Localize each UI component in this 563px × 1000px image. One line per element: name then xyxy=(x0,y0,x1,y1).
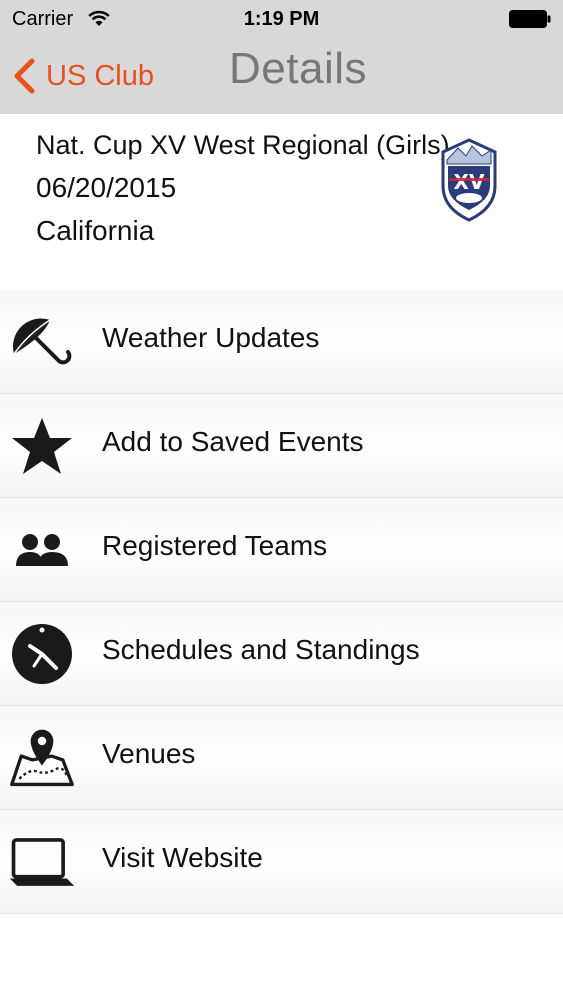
menu-item-registered-teams[interactable]: Registered Teams xyxy=(0,498,563,602)
chevron-left-icon xyxy=(14,58,35,94)
event-name: Nat. Cup XV West Regional (Girls) xyxy=(36,130,450,160)
clock-icon xyxy=(8,620,76,688)
back-button[interactable]: US Club xyxy=(12,52,154,100)
menu-item-label: Registered Teams xyxy=(102,530,328,561)
back-button-label: US Club xyxy=(46,59,154,92)
page-title: Details xyxy=(229,44,367,93)
battery-icon xyxy=(509,10,551,28)
map-pin-icon xyxy=(8,724,76,792)
menu-item-add-to-saved-events[interactable]: Add to Saved Events xyxy=(0,394,563,498)
event-logo: XV xyxy=(441,138,497,222)
navigation-bar: US Club Details xyxy=(0,38,563,114)
star-icon xyxy=(8,412,76,480)
event-state: California xyxy=(36,215,155,246)
people-icon xyxy=(8,516,76,584)
event-date: 06/20/2015 xyxy=(36,172,177,203)
umbrella-icon xyxy=(8,308,76,376)
event-summary: Nat. Cup XV West Regional (Girls) 06/20/… xyxy=(0,114,563,290)
status-time: 1:19 PM xyxy=(243,8,320,30)
top-bar: Carrier 1:19 PM US Club Details xyxy=(0,0,563,114)
menu-item-label: Visit Website xyxy=(102,842,263,873)
event-logo-text: XV xyxy=(454,170,485,194)
status-bar: Carrier 1:19 PM xyxy=(0,0,563,38)
menu-item-schedules-and-standings[interactable]: Schedules and Standings xyxy=(0,602,563,706)
menu-item-visit-website[interactable]: Visit Website xyxy=(0,810,563,914)
menu-item-venues[interactable]: Venues xyxy=(0,706,563,810)
menu-item-label: Add to Saved Events xyxy=(102,426,364,457)
menu-item-label: Weather Updates xyxy=(102,322,320,353)
menu-item-weather-updates[interactable]: Weather Updates xyxy=(0,290,563,394)
menu-item-label: Schedules and Standings xyxy=(102,634,420,665)
menu-list: Weather Updates Add to Saved Events Regi… xyxy=(0,290,563,914)
menu-item-label: Venues xyxy=(102,738,196,769)
laptop-icon xyxy=(8,828,76,896)
